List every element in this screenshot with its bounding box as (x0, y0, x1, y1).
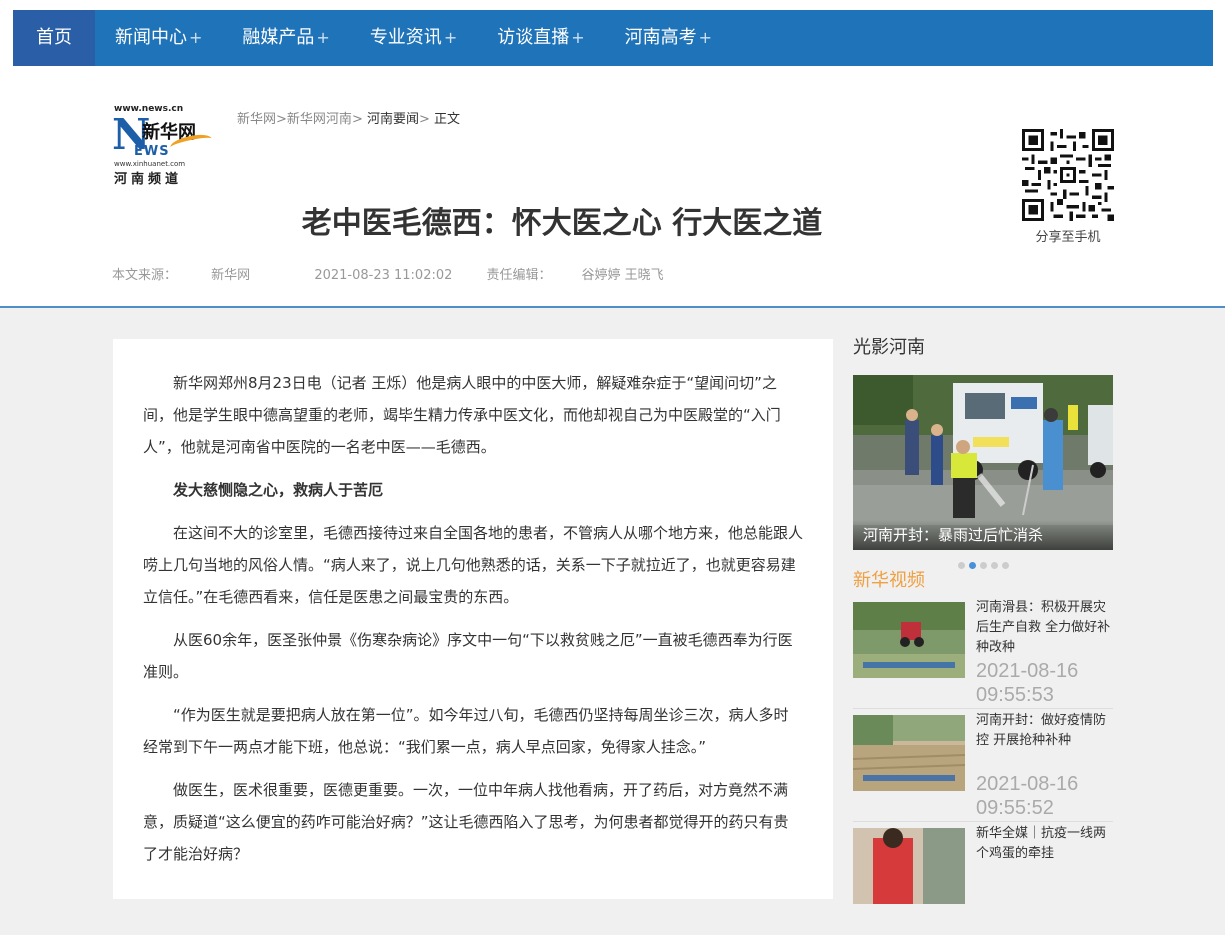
article-paragraph: 做医生，医术很重要，医德更重要。一次，一位中年病人找他看病，开了药后，对方竟然不… (143, 781, 789, 863)
video-thumbnail-image (853, 602, 965, 678)
video-time: 2021-08-16 09:55:52 (976, 773, 1079, 819)
article-subheading: 发大慈恻隐之心，救病人于苦厄 (173, 481, 384, 499)
breadcrumb-xinhua[interactable]: 新华网 (237, 112, 276, 127)
breadcrumb-sep: > (419, 112, 430, 127)
plus-icon: + (189, 28, 203, 47)
editor-value: 谷婷婷 王晓飞 (581, 268, 664, 283)
article-paragraph: 在这间不大的诊室里，毛德西接待过来自全国各地的患者，不管病人从哪个地方来，他总能… (143, 524, 804, 606)
source: 本文来源： 新华网 (112, 268, 280, 283)
video-title[interactable]: 河南开封：做好疫情防控 开展抢种补种 (976, 711, 1113, 751)
breadcrumb-henan-news[interactable]: 河南要闻 (367, 112, 419, 127)
editor: 责任编辑： 谷婷婷 王晓飞 (487, 268, 694, 283)
nav-label: 专业资讯 (369, 27, 442, 48)
logo-ews: EWS (134, 144, 170, 159)
publish-datetime: 2021-08-23 11:02:02 (314, 268, 453, 283)
plus-icon: + (316, 28, 330, 47)
video-section-title: 新华视频 (853, 570, 925, 591)
breadcrumb-xinhua-henan[interactable]: 新华网河南 (287, 112, 352, 127)
video-thumbnail[interactable] (853, 828, 965, 904)
source-label: 本文来源： (112, 268, 178, 283)
sidebar: 光影河南 河南开封：暴雨过后忙消杀 新华视频 河南滑县：积极开展灾后生产自救 全… (853, 330, 1113, 935)
editor-label: 责任编辑： (486, 268, 552, 283)
video-thumbnail-image (853, 828, 965, 904)
nav-label: 新闻中心 (115, 27, 187, 48)
video-thumbnail[interactable] (853, 715, 965, 791)
main-nav: 首页 新闻中心 + 融媒产品 + 专业资讯 + 访谈直播 + 河南高考 + (13, 10, 1213, 66)
photo-caption: 河南开封：暴雨过后忙消杀 (853, 520, 1113, 550)
article-paragraph: 从医60余年，医圣张仲景《伤寒杂病论》序文中一句“下以救贫贱之厄”一直被毛德西奉… (143, 631, 793, 681)
nav-henan-gaokao[interactable]: 河南高考 + (605, 10, 732, 66)
article-paragraph: 新华网郑州8月23日电（记者 王烁）他是病人眼中的中医大师，解疑难杂症于“望闻问… (143, 374, 781, 456)
page-title: 老中医毛德西：怀大医之心 行大医之道 (301, 206, 823, 241)
video-time: 2021-08-16 09:55:53 (976, 660, 1079, 706)
source-value: 新华网 (211, 268, 251, 283)
plus-icon: + (443, 28, 458, 47)
breadcrumb-sep: > (351, 112, 363, 127)
nav-news-center[interactable]: 新闻中心 + (95, 10, 222, 66)
carousel-dot[interactable] (1001, 561, 1009, 569)
qr-code (1022, 129, 1114, 221)
nav-label: 访谈直播 (497, 27, 570, 48)
photo-section-title: 光影河南 (853, 337, 925, 358)
qr-code-icon (1022, 129, 1114, 221)
nav-label: 融媒产品 (242, 27, 315, 48)
top-bar: 首页 新闻中心 + 融媒产品 + 专业资讯 + 访谈直播 + 河南高考 + (0, 0, 1225, 78)
nav-interview-live[interactable]: 访谈直播 + (477, 10, 604, 66)
breadcrumb-sep: > (276, 112, 287, 127)
logo-channel: 河南频道 (114, 172, 183, 187)
plus-icon: + (571, 28, 585, 47)
breadcrumb: 新华网>新华网河南> 河南要闻> 正文 (237, 108, 460, 127)
article-meta: 本文来源： 新华网 2021-08-23 11:02:02 责任编辑： 谷婷婷 王… (112, 264, 724, 283)
video-list-item[interactable]: 新华全媒｜抗疫一线两个鸡蛋的牵挂 (853, 822, 1113, 935)
breadcrumb-current: 正文 (434, 112, 461, 127)
video-thumbnail[interactable] (853, 602, 965, 678)
carousel-dot-active[interactable] (968, 561, 976, 569)
article-body: 新华网郑州8月23日电（记者 王烁）他是病人眼中的中医大师，解疑难杂症于“望闻问… (113, 339, 833, 899)
nav-home[interactable]: 首页 (13, 10, 95, 66)
video-list-item[interactable]: 河南滑县：积极开展灾后生产自救 全力做好补种改种 2021-08-16 09:5… (853, 596, 1113, 709)
video-title[interactable]: 新华全媒｜抗疫一线两个鸡蛋的牵挂 (976, 824, 1113, 864)
logo-url: www.xinhuanet.com (114, 160, 186, 168)
article-paragraph: “作为医生就是要把病人放在第一位”。如今年过八旬，毛德西仍坚持每周坐诊三次，病人… (143, 706, 789, 756)
carousel-dot[interactable] (957, 561, 965, 569)
video-thumbnail-image (853, 715, 965, 791)
carousel-dot[interactable] (979, 561, 987, 569)
carousel-dot[interactable] (990, 561, 998, 569)
plus-icon: + (698, 28, 713, 47)
nav-media-products[interactable]: 融媒产品 + (222, 10, 349, 66)
nav-label: 河南高考 (624, 27, 697, 48)
qr-label: 分享至手机 (1035, 230, 1101, 245)
video-title[interactable]: 河南滑县：积极开展灾后生产自救 全力做好补种改种 (976, 598, 1113, 658)
nav-professional-info[interactable]: 专业资讯 + (350, 10, 477, 66)
video-list-item[interactable]: 河南开封：做好疫情防控 开展抢种补种 2021-08-16 09:55:52 (853, 709, 1113, 822)
photo-carousel-slide[interactable]: 河南开封：暴雨过后忙消杀 (853, 375, 1113, 550)
article-header: www.news.cn N 新华网 EWS www.xinhuanet.com … (0, 78, 1225, 308)
xinhua-logo[interactable]: www.news.cn N 新华网 EWS www.xinhuanet.com … (112, 104, 222, 188)
